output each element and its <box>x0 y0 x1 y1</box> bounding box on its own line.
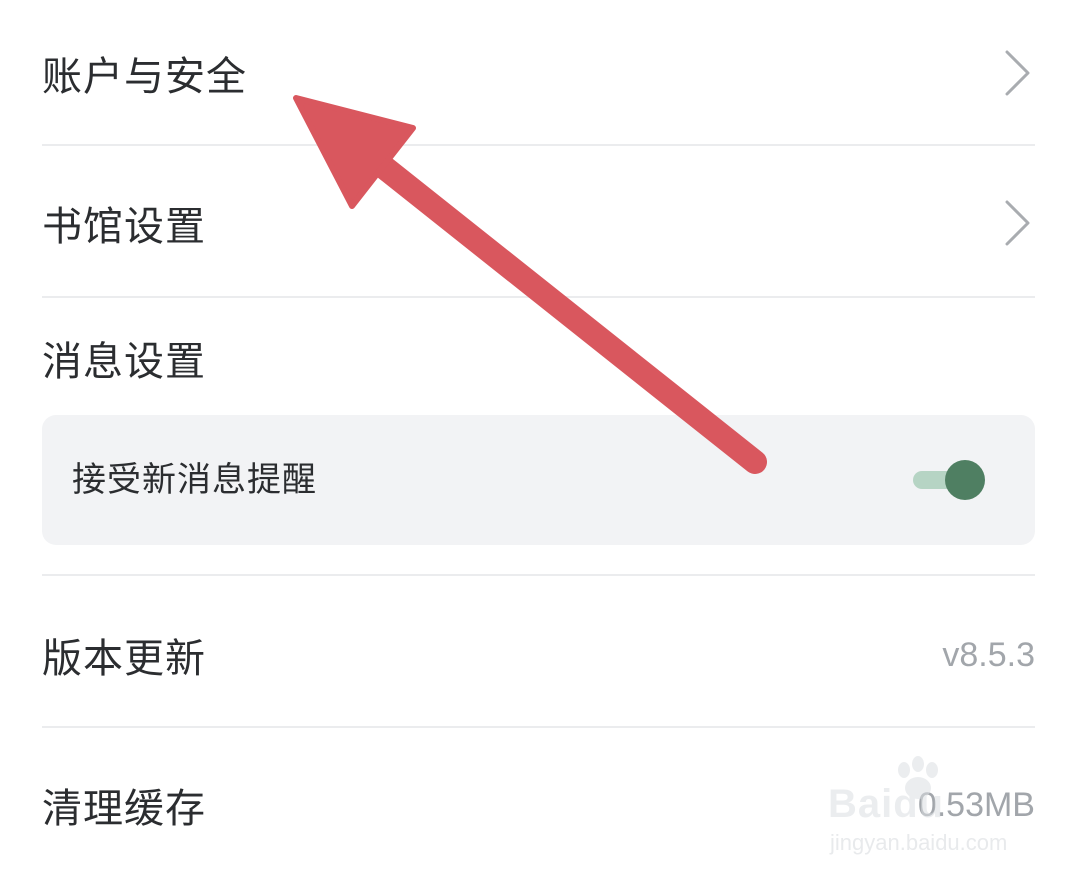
new-message-alert-toggle[interactable] <box>913 460 985 500</box>
divider <box>42 144 1035 146</box>
settings-page: 账户与安全 书馆设置 消息设置 接受新消息提醒 版本更新 v8.5.3 清理缓存… <box>0 0 1080 876</box>
library-settings-label: 书馆设置 <box>42 204 206 250</box>
new-message-alert-card: 接受新消息提醒 <box>42 415 1035 545</box>
version-number: v8.5.3 <box>942 635 1035 674</box>
baidu-watermark: Baidu jingyan.baidu.com <box>828 752 1038 862</box>
account-security-label: 账户与安全 <box>42 54 247 100</box>
version-update-label: 版本更新 <box>42 636 206 682</box>
message-settings-section: 消息设置 <box>42 313 1035 403</box>
divider <box>42 574 1035 576</box>
message-settings-title: 消息设置 <box>42 339 206 385</box>
watermark-site: jingyan.baidu.com <box>830 830 1008 855</box>
watermark-brand: Baidu <box>828 782 945 826</box>
toggle-knob <box>945 460 985 500</box>
divider <box>42 726 1035 728</box>
version-update-row[interactable]: 版本更新 v8.5.3 <box>42 610 1035 700</box>
library-settings-row[interactable]: 书馆设置 <box>42 178 1035 268</box>
account-security-row[interactable]: 账户与安全 <box>42 28 1035 118</box>
chevron-right-icon <box>1005 200 1030 246</box>
chevron-right-icon <box>1005 50 1030 96</box>
clear-cache-label: 清理缓存 <box>42 786 206 832</box>
divider <box>42 296 1035 298</box>
new-message-alert-label: 接受新消息提醒 <box>72 460 317 500</box>
